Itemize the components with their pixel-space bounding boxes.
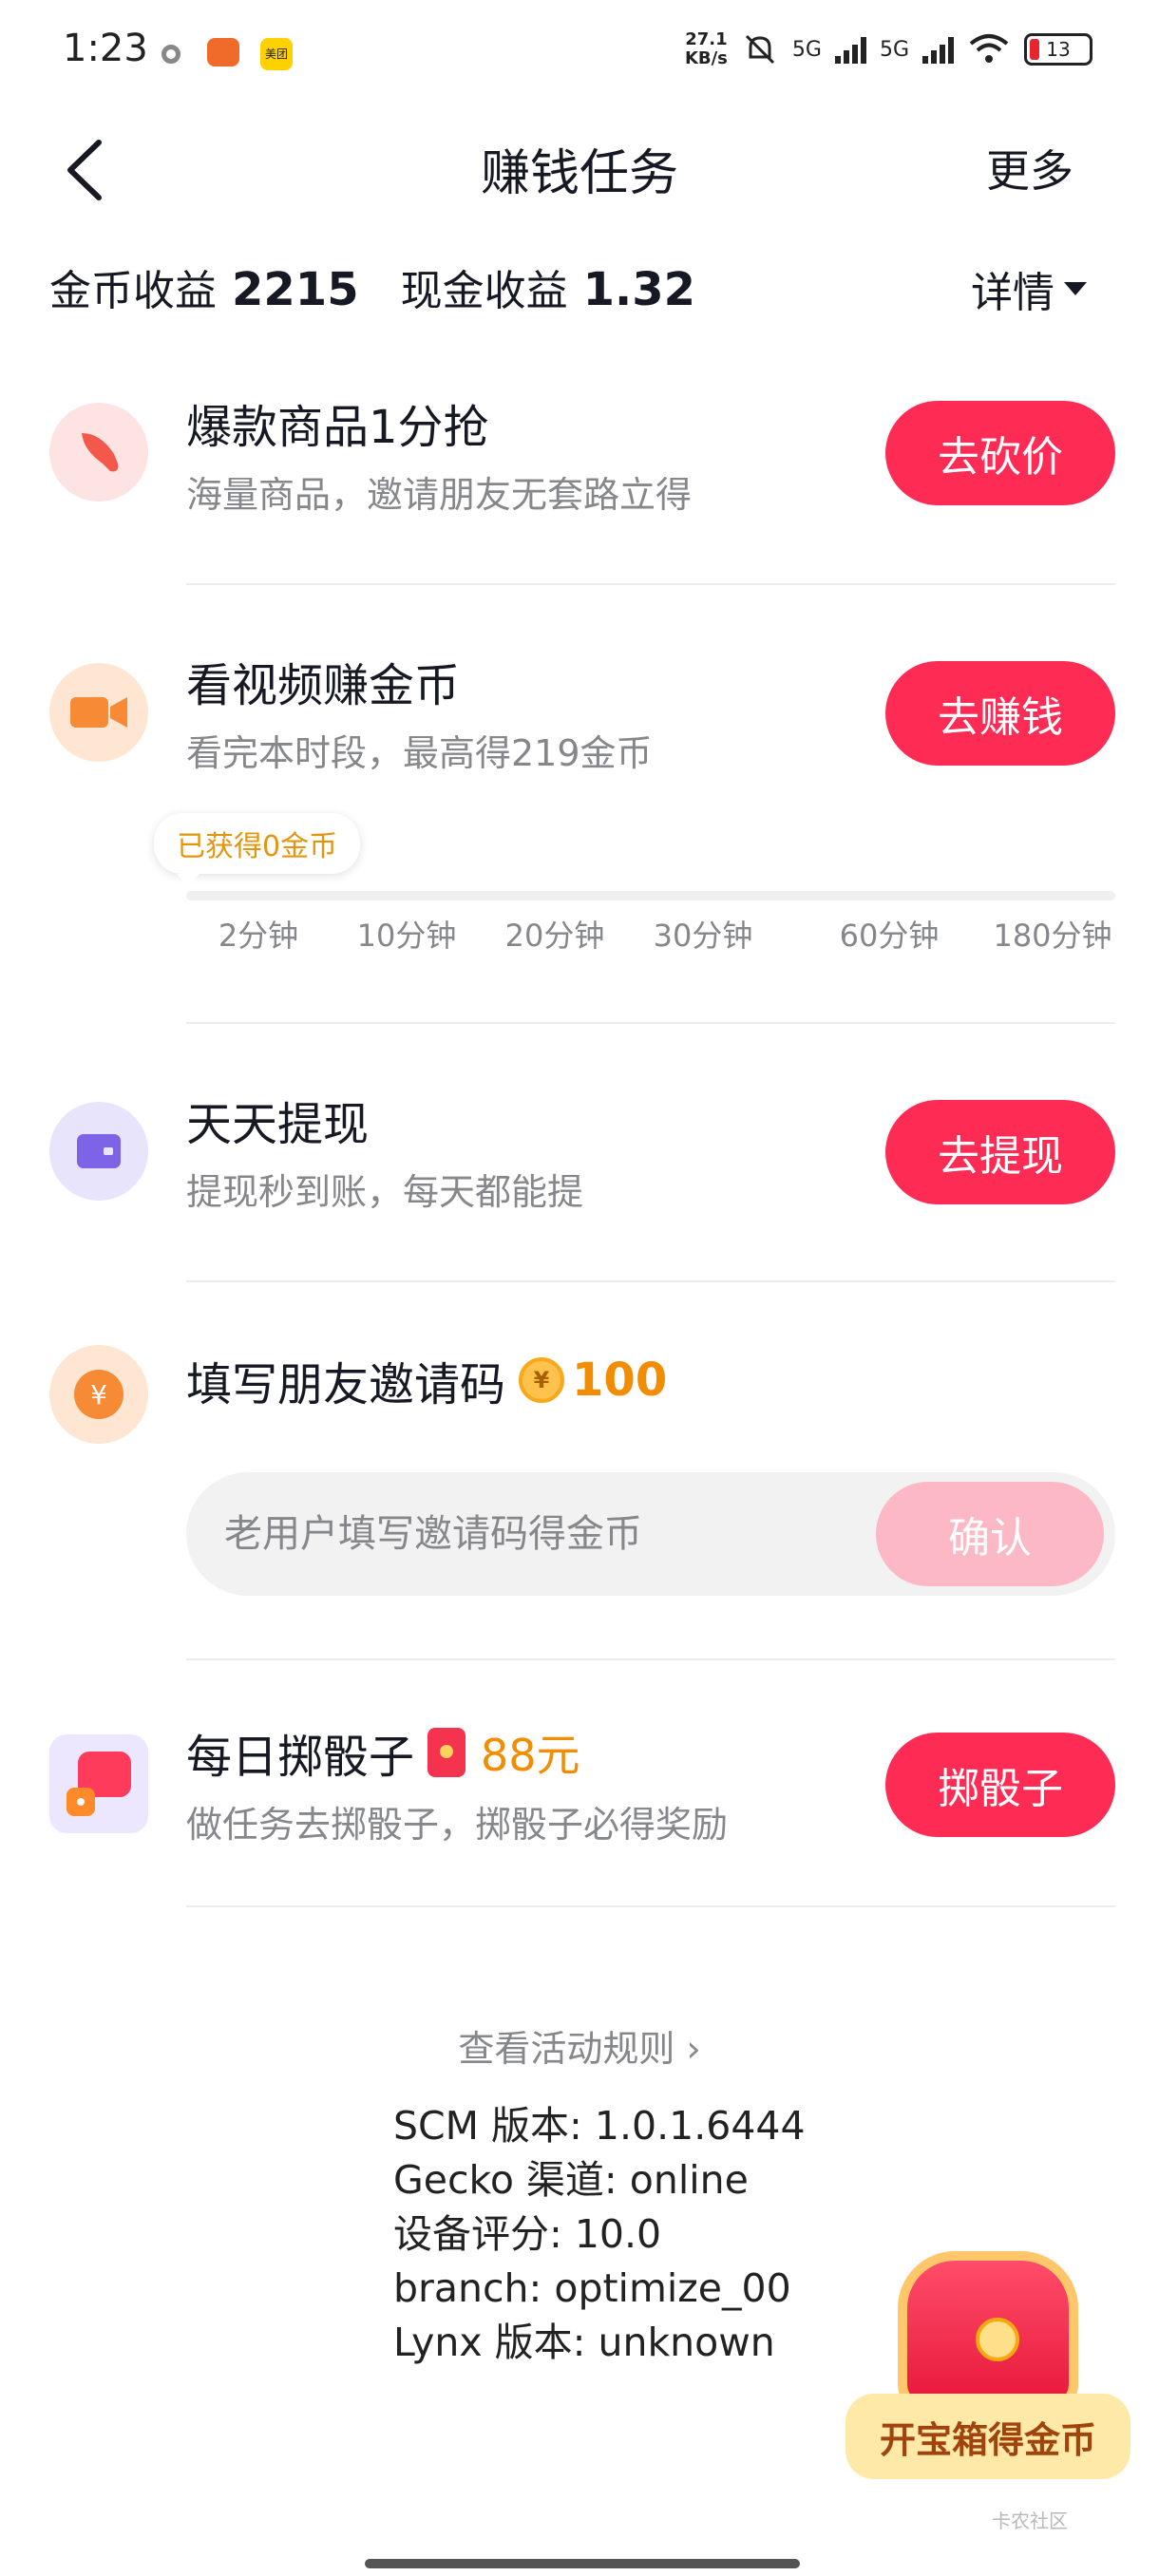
details-button[interactable]: 详情 [971,258,1087,319]
task-title: 爆款商品1分抢 [186,401,489,454]
details-label: 详情 [971,269,1054,317]
invite-code-input[interactable] [224,1501,813,1567]
task-title: 每日掷骰子 [186,1731,415,1784]
coin-icon: ¥ [519,1357,565,1403]
page-title: 赚钱任务 [480,145,678,202]
progress-tick: 10分钟 [356,918,457,954]
roll-dice-button[interactable]: 掷骰子 [885,1733,1115,1837]
coin-earnings-label: 金币收益 [49,267,217,315]
info-line: Gecko 渠道: online [393,2157,749,2203]
progress-tick: 2分钟 [218,918,299,954]
progress-tick: 20分钟 [504,918,605,954]
home-indicator[interactable] [365,2559,800,2568]
signal-bars-icon-2 [922,35,954,64]
notification-dot-icon [162,45,180,64]
app-notification-icon [207,38,239,66]
withdraw-button[interactable]: 去提现 [885,1100,1115,1204]
task-desc: 提现秒到账，每天都能提 [186,1171,584,1213]
red-packet-icon [428,1728,466,1777]
info-line: branch: optimize_00 [393,2265,791,2311]
network-speed: 27.1 KB/s [684,29,728,68]
earnings-summary: 金币收益 2215 现金收益 1.32 [49,256,695,317]
earned-coins-tooltip: 已获得0金币 [154,813,361,887]
task-desc: 海量商品，邀请朋友无套路立得 [186,474,693,516]
signal-5g-label: 5G [791,37,822,62]
treasure-chest-label: 开宝箱得金币 [846,2394,1130,2479]
activity-rules-link[interactable]: 查看活动规则 › [0,2019,1159,2072]
yuan-icon: ¥ [49,1345,148,1444]
info-line: Lynx 版本: unknown [393,2320,775,2365]
dice-icon [49,1734,148,1833]
battery-icon: 13 [1024,33,1092,66]
invite-code-box: 确认 [186,1472,1115,1596]
task-desc: 做任务去掷骰子，掷骰子必得奖励 [186,1804,729,1846]
treasure-chest-button[interactable]: 开宝箱得金币 [846,2251,1130,2517]
wifi-icon [969,34,1009,63]
chevron-right-icon: › [686,2028,701,2070]
version-info: SCM 版本: 1.0.1.6444 Gecko 渠道: online 设备评分… [393,2099,806,2370]
knife-icon [49,403,148,502]
wallet-icon [49,1102,148,1201]
bargain-button[interactable]: 去砍价 [885,401,1115,505]
cash-earnings-value: 1.32 [582,263,696,316]
task-title-row: 每日掷骰子 88元 [186,1719,580,1786]
earn-money-button[interactable]: 去赚钱 [885,661,1115,766]
watermark: 卡农社区 [992,2510,1068,2532]
divider [186,583,1115,585]
signal-5g-label-2: 5G [879,37,909,62]
progress-tick: 180分钟 [993,918,1112,954]
activity-rules-label: 查看活动规则 [458,2028,675,2070]
status-indicators: 27.1 KB/s 5G 5G 13 [685,30,1092,68]
task-title: 填写朋友邀请码 [186,1358,506,1411]
meituan-notification-icon: 美团 [260,38,293,70]
task-desc: 看完本时段，最高得219金币 [186,732,653,774]
coin-reward-value: 100 [572,1354,668,1407]
treasure-chest-icon [898,2251,1078,2413]
coin-reward: ¥ 100 [519,1354,667,1407]
red-packet-reward: 88元 [428,1721,580,1784]
divider [186,1658,1115,1660]
status-bar: 1:23 美团 27.1 KB/s 5G 5G 13 [0,0,1159,104]
status-time: 1:23 [63,27,148,70]
mute-bell-icon [745,34,774,65]
confirm-button[interactable]: 确认 [876,1482,1104,1586]
cash-earnings-label: 现金收益 [400,267,568,315]
coin-earnings-value: 2215 [232,263,359,316]
progress-tick: 60分钟 [839,918,940,954]
caret-down-icon [1064,282,1087,295]
red-packet-value: 88元 [481,1730,580,1781]
task-title-row: 填写朋友邀请码 ¥ 100 [186,1347,667,1413]
divider [186,1280,1115,1282]
task-title: 天天提现 [186,1098,370,1151]
more-button[interactable]: 更多 [986,137,1074,199]
info-line: 设备评分: 10.0 [393,2211,662,2257]
task-title: 看视频赚金币 [186,659,461,712]
progress-tick: 30分钟 [653,918,753,954]
video-progress-track [186,891,1115,900]
nav-bar: 赚钱任务 更多 [0,104,1159,228]
divider [186,1022,1115,1024]
signal-bars-icon [834,35,866,64]
video-camera-icon [49,663,148,762]
chest-coin-icon [976,2318,1019,2361]
divider [186,1905,1115,1907]
info-line: SCM 版本: 1.0.1.6444 [393,2103,806,2149]
